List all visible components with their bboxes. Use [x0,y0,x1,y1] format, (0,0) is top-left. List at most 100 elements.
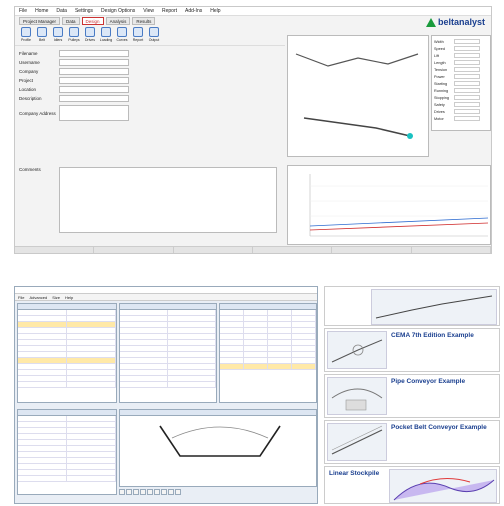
tab[interactable] [133,489,139,495]
tab-data[interactable]: Data [62,17,80,25]
pulley-icon [69,26,79,37]
menu-report[interactable]: Report [162,8,177,14]
tab[interactable] [154,489,160,495]
location-field[interactable] [59,86,129,93]
summary-row: Drives [434,108,488,115]
toolbar-belt-button[interactable]: Belt [35,26,49,45]
status-bar [15,246,491,253]
toolbar-drives-button[interactable]: Drives [83,26,97,45]
brand-logo: beltanalyst [425,16,485,28]
menu-file[interactable]: File [18,295,24,300]
example-cards: CEMA 7th Edition Example Pipe Conveyor E… [324,286,500,504]
menu-data[interactable]: Data [56,8,67,14]
linear-stockpile-thumbnail [389,469,497,503]
summary-row: Stopping [434,94,488,101]
beltanalyst-window: File Home Data Settings Design Options V… [14,6,492,254]
toolbar-loading-button[interactable]: Loading [99,26,113,45]
tab[interactable] [168,489,174,495]
toolbar-pulleys-button[interactable]: Pulleys [67,26,81,45]
summary-row: Motor [434,115,488,122]
company-field[interactable] [59,68,129,75]
toolbar-curves-button[interactable]: Curves [115,26,129,45]
summary-row: Starting [434,80,488,87]
material-surcharge-line [171,426,269,439]
pocket-belt-thumbnail [327,423,387,461]
window-title [15,287,317,294]
summary-row: Safety [434,101,488,108]
tab[interactable] [140,489,146,495]
tension-chart[interactable] [287,165,491,245]
cema7-example-card[interactable]: CEMA 7th Edition Example [324,328,500,372]
form-row: Username [19,58,281,67]
linear-stockpile-card[interactable]: Linear Stockpile [324,466,500,504]
project-field[interactable] [59,77,129,84]
form-row: Company Address [19,103,281,123]
table-row[interactable] [220,364,316,370]
idler-icon [53,26,63,37]
menu-add-ins[interactable]: Add-Ins [185,8,202,14]
head-pulley-marker[interactable] [407,133,413,139]
summary-row: Width [434,38,488,45]
table-row[interactable] [18,382,116,388]
drive-icon [85,26,95,37]
tab-results[interactable]: Results [132,17,156,25]
ribbon-tabs: Project Manager Data Design Analysis Res… [15,17,157,25]
conveyor-profile-canvas[interactable] [287,35,429,157]
summary-row: Running [434,87,488,94]
menu-help[interactable]: Help [65,295,73,300]
tab[interactable] [161,489,167,495]
menu-design-options[interactable]: Design Options [101,8,135,14]
username-field[interactable] [59,59,129,66]
cema7-thumbnail [327,331,387,369]
profile-icon [21,26,31,37]
stockpile-surface [393,479,495,501]
cema5-thumbnail [371,289,497,325]
bottom-tabstrip [119,489,182,495]
curve-icon [117,26,127,37]
idler-input-panel [219,303,317,403]
cema7-sketch [331,339,383,363]
description-field[interactable] [59,95,129,102]
conveyor-path-line [303,117,411,137]
brand-name: beltanalyst [437,17,485,27]
tab[interactable] [126,489,132,495]
menu-help[interactable]: Help [210,8,220,14]
status-cell [332,247,412,253]
tab-analysis[interactable]: Analysis [105,17,131,25]
pocket-belt-card[interactable]: Pocket Belt Conveyor Example [324,420,500,464]
table-row[interactable] [120,382,216,388]
filename-field[interactable] [59,50,129,57]
toolbar-output-button[interactable]: Output [147,26,161,45]
comments-field[interactable] [59,167,277,233]
pipe-conveyor-card[interactable]: Pipe Conveyor Example [324,374,500,418]
table-row[interactable] [18,476,116,482]
material-cross-section-panel [119,409,317,487]
menu-size[interactable]: Size [52,295,60,300]
tab[interactable] [175,489,181,495]
tab-design[interactable]: Design [81,17,104,25]
menu-bar-secondary: File Advanced Size Help [15,294,317,301]
project-info-form: Filename Username Company Project Locati… [19,49,281,159]
tab[interactable] [119,489,125,495]
menu-view[interactable]: View [143,8,154,14]
toolbar-report-button[interactable]: Report [131,26,145,45]
pipe-cross-section [345,399,367,411]
company-address-field[interactable] [59,105,129,121]
tension-line-carry [309,217,489,227]
form-row: Project [19,76,281,85]
menu-advanced[interactable]: Advanced [29,295,47,300]
status-cell [94,247,174,253]
toolbar-profile-button[interactable]: Profile [19,26,33,45]
menu-file[interactable]: File [19,8,27,14]
menu-settings[interactable]: Settings [75,8,93,14]
cema5-example-card[interactable] [324,286,500,326]
tab-project-manager[interactable]: Project Manager [19,17,61,25]
loading-icon [101,26,111,37]
tension-line-return [309,222,489,231]
tension-chart-plot [309,174,489,237]
tab[interactable] [147,489,153,495]
toolbar-idlers-button[interactable]: Idlers [51,26,65,45]
menu-home[interactable]: Home [35,8,48,14]
cross-section-drawing [159,425,281,457]
summary-panel: Width Speed Lift Length Tension Power St… [431,35,491,131]
